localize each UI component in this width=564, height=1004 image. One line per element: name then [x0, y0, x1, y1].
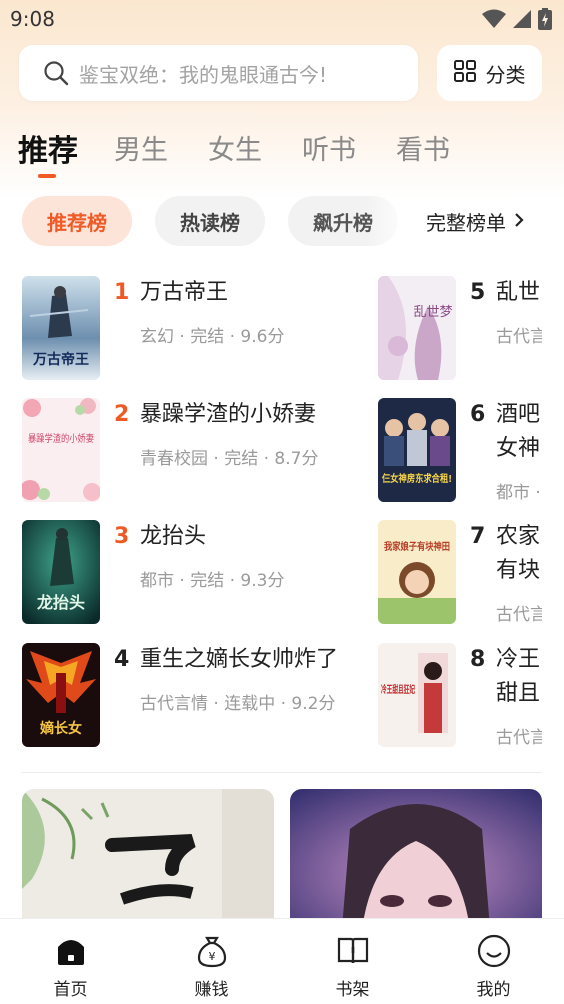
book-meta: 古代言 [496, 327, 542, 347]
book-title: 乱世 [496, 280, 541, 305]
chevron-right-icon [514, 209, 524, 233]
tab-male[interactable]: 男生 [114, 128, 168, 167]
book-title: 暴躁学渣的小娇妻 [140, 402, 317, 427]
battery-icon [538, 8, 552, 34]
chip-label: 热读榜 [180, 210, 240, 235]
nav-label: 我的 [476, 980, 511, 1000]
ranking-item[interactable]: 仨女神房东求合租! 6 酒吧女神 都市 · [378, 398, 542, 503]
chip-recommend-list[interactable]: 推荐榜 [22, 196, 132, 246]
signal-icon [512, 9, 532, 33]
search-icon [43, 60, 69, 86]
nav-label: 赚钱 [194, 980, 229, 1000]
chip-label: 飙升榜 [313, 210, 373, 235]
rank-number: 1 [114, 280, 130, 305]
book-cover: 乱世梦 [378, 276, 456, 380]
rank-number: 4 [114, 647, 130, 672]
cover-title-text: 嫡长女 [40, 720, 82, 737]
rank-number: 3 [114, 524, 130, 549]
tab-female[interactable]: 女生 [208, 128, 262, 167]
bottom-navigation: 首页 ¥ 赚钱 书架 我的 [0, 918, 564, 1004]
category-label: 分类 [485, 62, 526, 87]
tab-indicator [38, 174, 56, 178]
full-list-link[interactable]: 完整榜单 [426, 196, 524, 246]
promo-banner-left[interactable] [22, 789, 274, 929]
chip-rising-list[interactable]: 飙升榜 [288, 196, 398, 246]
book-meta: 古代言 [496, 605, 542, 625]
ranking-right-column: 乱世梦 5 乱世 古代言 仨女神房东求合租! 6 酒吧女神 都市 · [378, 270, 542, 760]
section-divider [22, 772, 542, 773]
ranking-item[interactable]: 乱世梦 5 乱世 古代言 [378, 276, 542, 380]
money-bag-icon: ¥ [194, 933, 230, 969]
book-title: 龙抬头 [140, 524, 207, 549]
nav-label: 书架 [335, 980, 370, 1000]
cover-title-text: 万古帝王 [32, 351, 89, 368]
cover-title-text: 冷王甜且狂妃 [381, 683, 415, 696]
ranking-item[interactable]: 龙抬头 3 龙抬头 都市 · 完结 · 9.3分 [22, 520, 362, 624]
book-cover: 嫡长女 [22, 643, 100, 747]
rank-number: 6 [470, 402, 486, 427]
chip-label: 推荐榜 [47, 210, 107, 235]
ranking-chips: 推荐榜 热读榜 飙升榜 完整榜单 [0, 196, 564, 246]
book-meta: 都市 · 完结 · 9.3分 [140, 571, 285, 591]
nav-profile[interactable]: 我的 [423, 919, 564, 1004]
rank-number: 5 [470, 280, 486, 305]
cover-title-text: 龙抬头 [36, 593, 85, 612]
search-placeholder: 鉴宝双绝：我的鬼眼通古今! [79, 62, 328, 87]
book-meta: 玄幻 · 完结 · 9.6分 [140, 327, 285, 347]
ranking-item[interactable]: 冷王甜且狂妃 8 冷王甜且 古代言 [378, 643, 542, 748]
full-list-label: 完整榜单 [426, 210, 506, 235]
profile-icon [476, 933, 512, 969]
status-time: 9:08 [10, 7, 55, 31]
nav-label: 首页 [53, 980, 88, 1000]
nav-bookshelf[interactable]: 书架 [282, 919, 423, 1004]
wifi-icon [482, 9, 506, 33]
tab-read[interactable]: 看书 [396, 128, 450, 167]
cover-title-text: 暴躁学渣的小娇妻 [28, 432, 94, 445]
book-meta: 古代言 [496, 728, 542, 748]
home-icon [53, 933, 89, 969]
book-cover: 龙抬头 [22, 520, 100, 624]
book-meta: 都市 · [496, 483, 541, 503]
book-cover: 冷王甜且狂妃 [378, 643, 456, 747]
grid-icon [453, 59, 476, 87]
cover-title-text: 乱世梦 [413, 305, 452, 320]
nav-earn[interactable]: ¥ 赚钱 [141, 919, 282, 1004]
book-cover: 万古帝王 [22, 276, 100, 380]
ranking-item[interactable]: 嫡长女 4 重生之嫡长女帅炸了 古代言情 · 连载中 · 9.2分 [22, 643, 362, 747]
book-title: 冷王甜且 [496, 647, 541, 706]
tab-audio[interactable]: 听书 [302, 128, 356, 167]
book-cover: 我家娘子有块神田 [378, 520, 456, 624]
tab-recommend[interactable]: 推荐 [18, 126, 78, 170]
status-icons [482, 8, 552, 34]
ranking-item[interactable]: 万古帝王 1 万古帝王 玄幻 · 完结 · 9.6分 [22, 276, 362, 380]
search-box[interactable]: 鉴宝双绝：我的鬼眼通古今! [19, 45, 418, 101]
promo-banner-right[interactable] [290, 789, 542, 929]
ranking-item[interactable]: 我家娘子有块神田 7 农家有块 古代言 [378, 520, 542, 625]
book-title: 万古帝王 [140, 280, 229, 305]
book-title: 农家有块 [496, 524, 541, 583]
svg-text:¥: ¥ [208, 950, 215, 963]
cover-title-text: 我家娘子有块神田 [384, 540, 450, 553]
book-cover: 暴躁学渣的小娇妻 [22, 398, 100, 502]
chip-hot-list[interactable]: 热读榜 [155, 196, 265, 246]
cover-title-text: 仨女神房东求合租! [381, 472, 452, 485]
ranking-item[interactable]: 暴躁学渣的小娇妻 2 暴躁学渣的小娇妻 青春校园 · 完结 · 8.7分 [22, 398, 362, 502]
category-button[interactable]: 分类 [437, 45, 542, 101]
book-meta: 青春校园 · 完结 · 8.7分 [140, 449, 319, 469]
status-bar: 9:08 [0, 0, 564, 38]
book-title: 酒吧女神 [496, 402, 541, 461]
rank-number: 7 [470, 524, 486, 549]
rank-number: 2 [114, 402, 130, 427]
book-meta: 古代言情 · 连载中 · 9.2分 [140, 694, 336, 714]
rank-number: 8 [470, 647, 486, 672]
bookshelf-icon [335, 933, 371, 969]
nav-home[interactable]: 首页 [0, 919, 141, 1004]
book-cover: 仨女神房东求合租! [378, 398, 456, 502]
book-title: 重生之嫡长女帅炸了 [140, 647, 339, 672]
